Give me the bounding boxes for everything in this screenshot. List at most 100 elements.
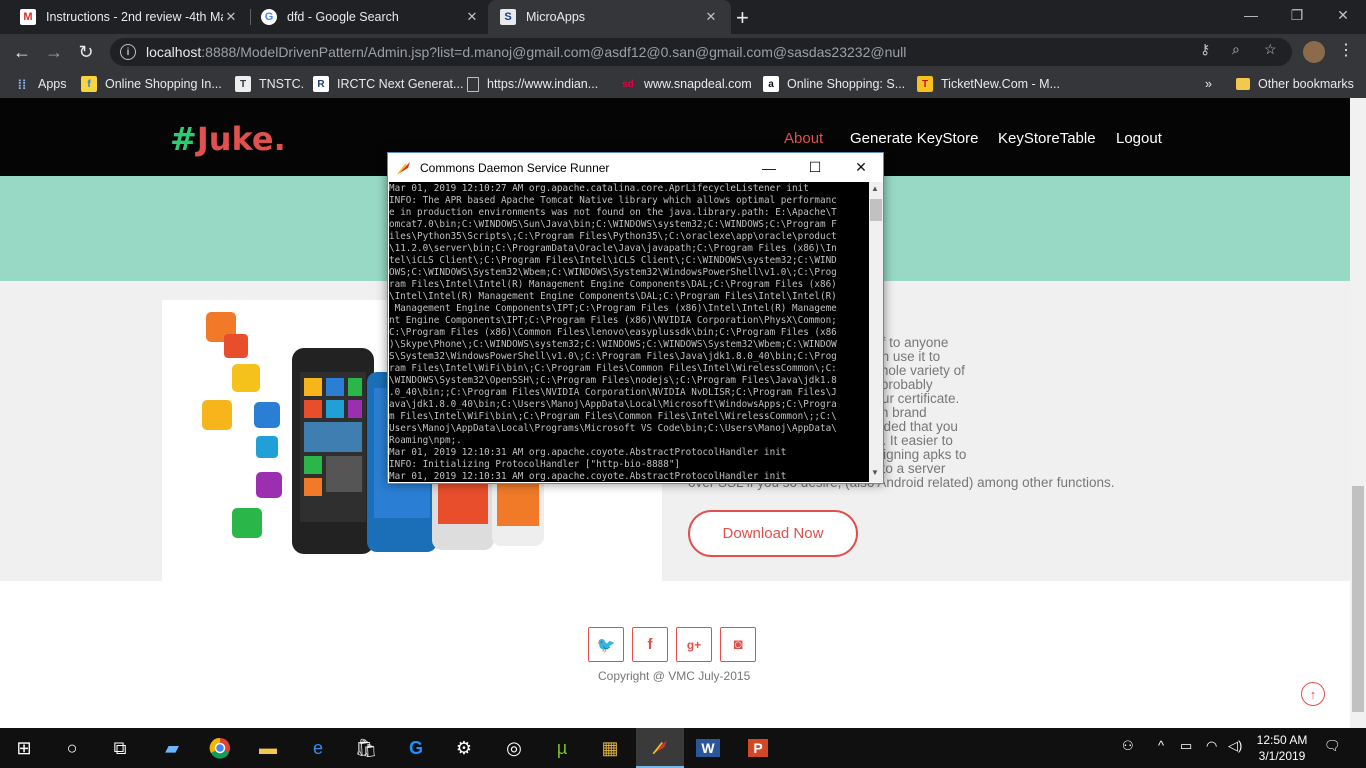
bookmark-apps[interactable]: ⁞⁞ Apps	[14, 75, 67, 93]
battery-icon[interactable]: ▭	[1180, 738, 1192, 754]
scroll-down-icon[interactable]: ▼	[871, 468, 879, 477]
profile-avatar[interactable]	[1303, 41, 1325, 63]
windows-start-icon[interactable]: ⊞	[0, 728, 48, 768]
console-titlebar[interactable]: Commons Daemon Service Runner — ☐ ✕	[388, 153, 883, 182]
google-plus-icon[interactable]: g+	[676, 627, 712, 662]
scroll-to-top-icon[interactable]: ↑	[1301, 682, 1325, 706]
bookmark-label: www.snapdeal.com	[644, 77, 752, 91]
console-line: tel\iCLS Client\;C:\Program Files\Intel\…	[389, 255, 837, 266]
windows-taskbar: ⊞ ○ ⧉ ▰ ▬ e 🛍 G ⚙ ◎ µ ▦ W P ⚇ ^ ▭ ◠ ◁) 1…	[0, 728, 1366, 768]
console-line: INFO: The APR based Apache Tomcat Native…	[389, 195, 837, 206]
media-icon[interactable]: ◎	[490, 728, 538, 768]
console-line: Mar 01, 2019 12:10:31 AM org.apache.coyo…	[389, 447, 787, 458]
zoom-icon[interactable]: ⌕	[1232, 41, 1240, 58]
ticketnew-icon: T	[917, 76, 933, 92]
star-icon[interactable]: ☆	[1264, 41, 1277, 58]
word-icon[interactable]: W	[684, 728, 732, 768]
page-scroll-thumb[interactable]	[1352, 486, 1364, 712]
bookmark-snapdeal[interactable]: sd www.snapdeal.com	[620, 75, 752, 93]
task-view-icon[interactable]: ⧉	[96, 728, 144, 768]
url-host: localhost	[146, 44, 202, 60]
google-icon: G	[261, 9, 277, 25]
facebook-icon[interactable]: f	[632, 627, 668, 662]
app-g-icon[interactable]: G	[392, 728, 440, 768]
more-menu-icon[interactable]: ⋮	[1336, 40, 1356, 60]
console-scroll-thumb[interactable]	[870, 199, 882, 221]
store-icon[interactable]: 🛍	[342, 728, 390, 768]
console-maximize-icon[interactable]: ☐	[792, 153, 838, 182]
twitter-icon[interactable]: 🐦	[588, 627, 624, 662]
tab-microapps[interactable]: S MicroApps ✕	[488, 0, 731, 34]
address-bar[interactable]: i localhost:8888/ModelDrivenPattern/Admi…	[110, 38, 1292, 66]
close-tab-icon[interactable]: ✕	[464, 9, 480, 25]
console-line: m Files\Intel\WiFi\bin\;C:\Program Files…	[389, 411, 837, 422]
utorrent-icon[interactable]: µ	[538, 728, 586, 768]
bookmark-flipkart[interactable]: f Online Shopping In...	[81, 75, 222, 93]
notifications-icon[interactable]: 🗨	[1324, 738, 1341, 754]
folder-icon	[1236, 78, 1250, 90]
snapdeal-icon: sd	[622, 78, 634, 90]
bookmark-label: IRCTC Next Generat...	[337, 77, 464, 91]
edge-icon[interactable]: e	[294, 728, 342, 768]
restore-icon[interactable]: ❐	[1274, 0, 1320, 30]
tray-chevron-icon[interactable]: ^	[1158, 738, 1164, 753]
bookmark-label: https://www.indian...	[487, 77, 599, 91]
close-tab-icon[interactable]: ✕	[703, 9, 719, 25]
settings-gear-icon[interactable]: ⚙	[440, 728, 488, 768]
bookmark-irctc[interactable]: R IRCTC Next Generat...	[313, 75, 463, 93]
close-window-icon[interactable]: ✕	[1320, 0, 1366, 30]
bookmark-indian[interactable]: https://www.indian...	[467, 75, 598, 93]
reload-icon[interactable]: ↻	[74, 40, 98, 64]
chrome-icon[interactable]	[196, 728, 244, 768]
console-line: Users\Manoj\AppData\Local\Programs\Micro…	[389, 423, 837, 434]
app-cubes-icon[interactable]: ▦	[586, 728, 634, 768]
volume-icon[interactable]: ◁)	[1228, 738, 1242, 754]
powerpoint-icon[interactable]: P	[734, 728, 782, 768]
console-line: )\Skype\Phone\;C:\WINDOWS\system32;C:\WI…	[389, 339, 837, 350]
console-minimize-icon[interactable]: —	[746, 153, 792, 182]
clock-time: 12:50 AM	[1256, 733, 1308, 747]
wifi-icon[interactable]: ◠	[1206, 738, 1217, 754]
search-icon[interactable]: ○	[48, 728, 96, 768]
console-line: INFO: Initializing ProtocolHandler ["htt…	[389, 459, 681, 470]
minimize-icon[interactable]: —	[1228, 0, 1274, 30]
console-line: C:\Program Files (x86)\Common Files\leno…	[389, 327, 837, 338]
nav-logout[interactable]: Logout	[1116, 130, 1162, 147]
tab-title: MicroApps	[526, 10, 586, 24]
console-line: S\System32\WindowsPowerShell\v1.0\;C:\Pr…	[389, 351, 837, 362]
info-icon[interactable]: i	[120, 44, 136, 60]
download-now-button[interactable]: Download Now	[688, 510, 858, 557]
tomcat-taskbar-icon[interactable]	[636, 728, 684, 768]
site-logo[interactable]: #Juke.	[170, 120, 286, 158]
instagram-icon[interactable]: ◙	[720, 627, 756, 662]
nav-generate-keystore[interactable]: Generate KeyStore	[850, 130, 978, 147]
taskbar-clock[interactable]: 12:50 AM 3/1/2019	[1252, 732, 1312, 764]
bookmark-tnstc[interactable]: T TNSTC.	[235, 75, 304, 93]
bookmark-other[interactable]: Other bookmarks	[1236, 75, 1354, 93]
copyright-text: Copyright @ VMC July-2015	[598, 669, 751, 683]
scroll-up-icon[interactable]: ▲	[871, 184, 879, 193]
notes-app-icon[interactable]: ▰	[148, 728, 196, 768]
console-scrollbar[interactable]: ▲ ▼	[869, 182, 883, 482]
close-tab-icon[interactable]: ✕	[223, 9, 239, 25]
tab-gmail[interactable]: M Instructions - 2nd review -4th Ma ✕	[8, 0, 251, 34]
people-icon[interactable]: ⚇	[1122, 738, 1134, 754]
s-icon: S	[500, 9, 516, 25]
new-tab-icon[interactable]: +	[736, 5, 749, 31]
nav-about[interactable]: About	[784, 130, 823, 147]
key-icon[interactable]: ⚷	[1200, 41, 1210, 58]
forward-icon[interactable]: →	[42, 40, 66, 64]
file-explorer-icon[interactable]: ▬	[244, 728, 292, 768]
tnstc-icon: T	[235, 76, 251, 92]
bookmark-amazon[interactable]: a Online Shopping: S...	[763, 75, 905, 93]
console-close-icon[interactable]: ✕	[838, 153, 884, 182]
bookmarks-bar: ⁞⁞ Apps f Online Shopping In... T TNSTC.…	[0, 70, 1366, 98]
bookmark-ticketnew[interactable]: T TicketNew.Com - M...	[917, 75, 1060, 93]
bookmark-label: Online Shopping In...	[105, 77, 222, 91]
tab-google-search[interactable]: G dfd - Google Search ✕	[249, 0, 492, 34]
bookmark-label: Apps	[38, 77, 67, 91]
bookmarks-overflow-icon[interactable]: »	[1205, 75, 1212, 93]
console-output[interactable]: Mar 01, 2019 12:10:27 AM org.apache.cata…	[389, 182, 869, 482]
back-icon[interactable]: ←	[10, 40, 34, 64]
nav-keystore-table[interactable]: KeyStoreTable	[998, 130, 1096, 147]
